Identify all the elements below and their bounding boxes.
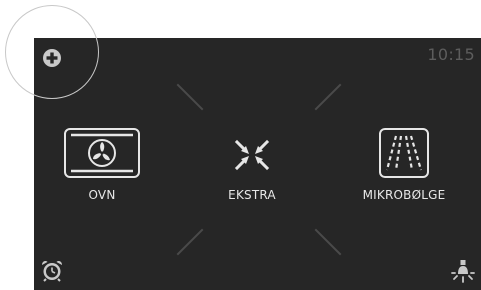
add-button[interactable]	[41, 47, 63, 69]
light-bulb-icon	[451, 260, 475, 283]
mode-oven-button[interactable]: OVN	[62, 128, 142, 202]
mode-microwave-label: MIKROBØLGE	[362, 188, 446, 202]
microwave-waves-icon	[379, 128, 429, 178]
mode-oven-label: OVN	[88, 188, 116, 202]
mode-extra-button[interactable]: EKSTRA	[210, 128, 294, 202]
mode-extra-label: EKSTRA	[228, 188, 276, 202]
timer-button[interactable]	[40, 258, 64, 282]
clock-display: 10:15	[427, 45, 475, 64]
plus-circle-icon	[43, 49, 61, 67]
alarm-clock-icon	[42, 261, 62, 282]
light-button[interactable]	[450, 258, 476, 284]
page: 10:15 OVN EKSTRA MIKROBØLGE	[0, 0, 481, 290]
mode-microwave-button[interactable]: MIKROBØLGE	[356, 128, 452, 202]
expand-arrows-icon	[234, 139, 270, 171]
fan-oven-icon	[64, 128, 140, 178]
